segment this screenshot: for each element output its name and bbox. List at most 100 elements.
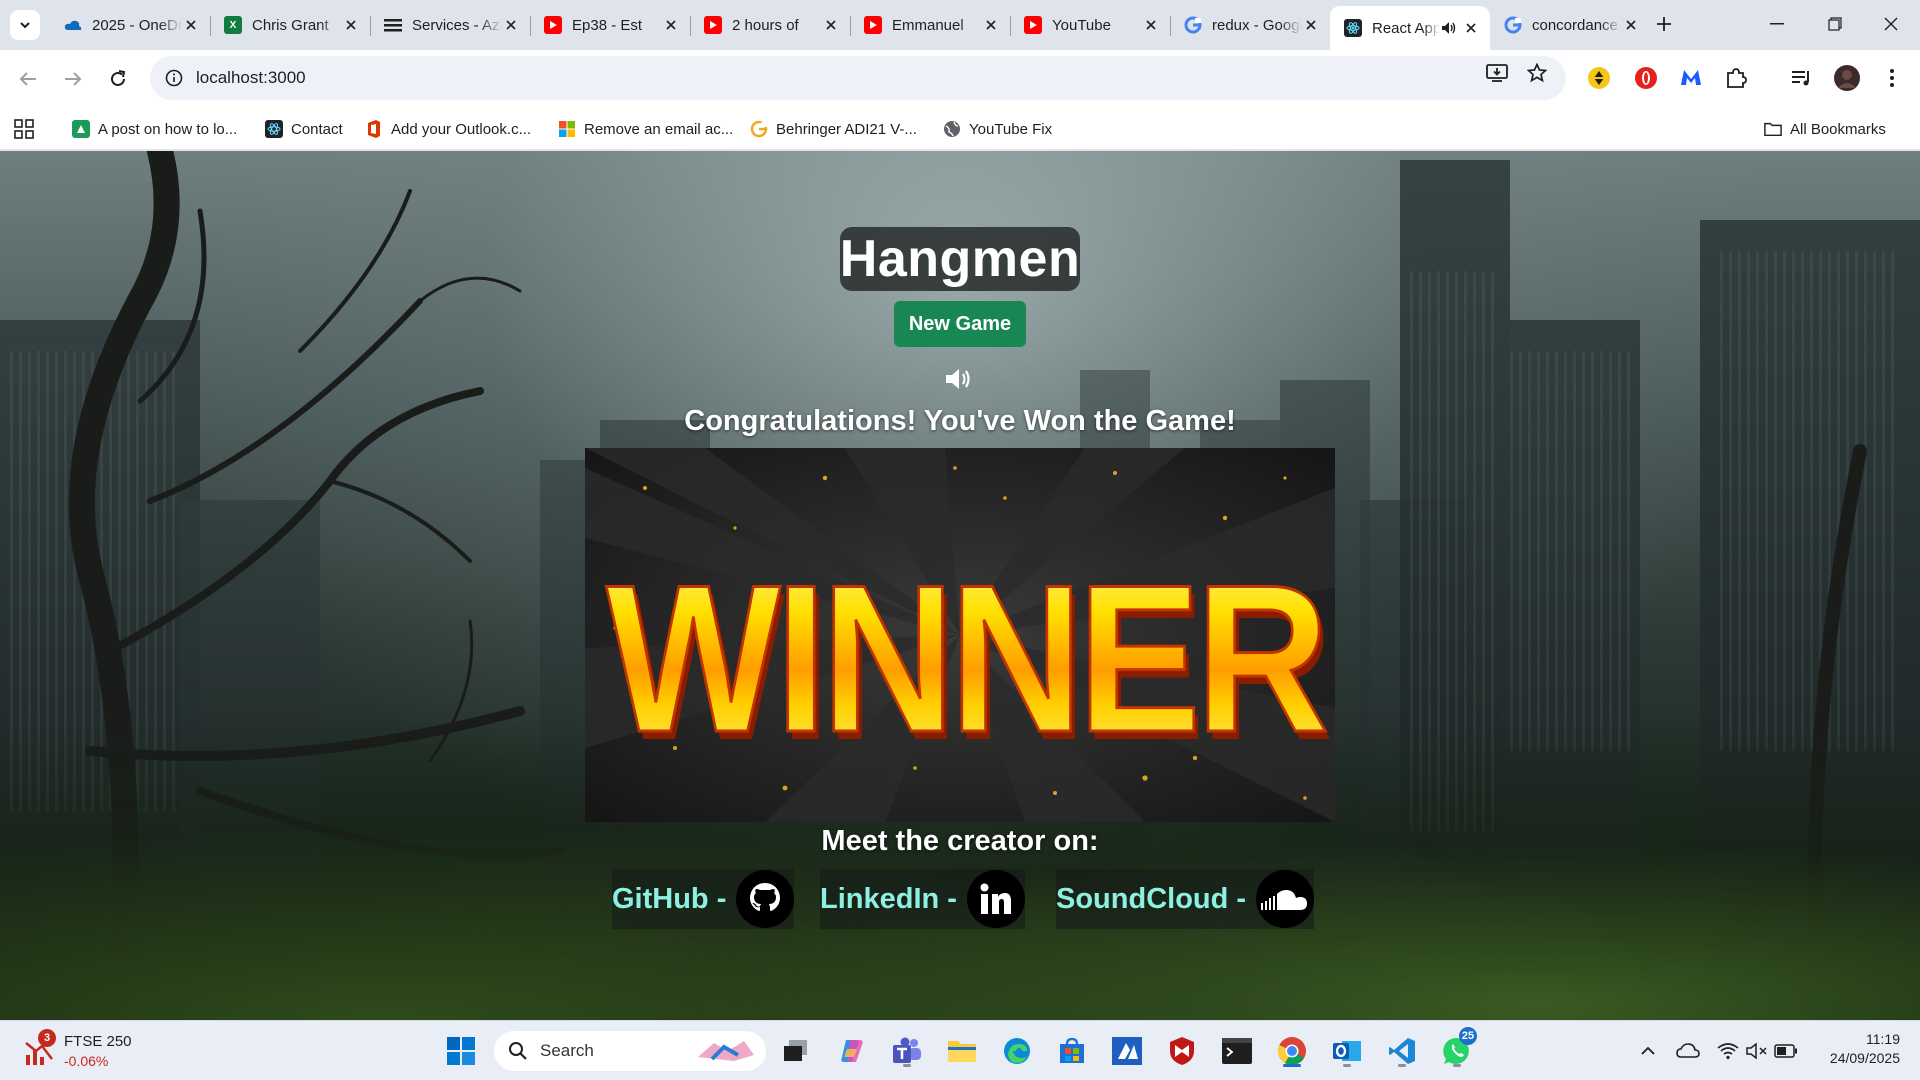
- apps-grid-button[interactable]: [14, 116, 34, 142]
- tab-services[interactable]: Services - Azure: [370, 6, 530, 44]
- ms-store-button[interactable]: [1052, 1031, 1092, 1071]
- taskbar-search[interactable]: Search: [494, 1031, 766, 1071]
- cloud-icon: [1676, 1043, 1700, 1058]
- close-icon[interactable]: [502, 16, 520, 34]
- whatsapp-button[interactable]: 25: [1437, 1027, 1477, 1071]
- soundcloud-icon[interactable]: [1256, 870, 1315, 928]
- chrome-menu-icon[interactable]: [1878, 64, 1906, 92]
- new-tab-button[interactable]: [1650, 10, 1678, 38]
- terminal-icon: [1222, 1038, 1252, 1064]
- bookmark-remove-email[interactable]: Remove an email ac...: [558, 116, 733, 142]
- bookmark-star-icon[interactable]: [1524, 60, 1550, 86]
- restore-button[interactable]: [1806, 0, 1864, 48]
- close-icon[interactable]: [662, 16, 680, 34]
- linkedin-link[interactable]: LinkedIn -: [820, 869, 1025, 929]
- search-placeholder: Search: [540, 1041, 594, 1060]
- start-button[interactable]: [441, 1031, 481, 1071]
- close-window-button[interactable]: [1862, 0, 1920, 48]
- vscode-icon: [1389, 1038, 1415, 1064]
- running-indicator: [1398, 1064, 1406, 1067]
- url-text[interactable]: localhost:3000: [196, 68, 306, 88]
- extension-yellow-icon[interactable]: [1585, 64, 1613, 92]
- close-icon[interactable]: [1462, 19, 1480, 37]
- chrome-button[interactable]: [1272, 1031, 1312, 1071]
- tab-youtube[interactable]: YouTube: [1010, 6, 1170, 44]
- menu-lines-icon: [384, 16, 402, 34]
- linkedin-icon[interactable]: [966, 870, 1025, 928]
- file-explorer-button[interactable]: [942, 1031, 982, 1071]
- volume-muted-icon: [1746, 1042, 1767, 1060]
- arrow-right-icon: [65, 72, 82, 86]
- react-icon: [1344, 19, 1362, 37]
- tab-excel[interactable]: X Chris Grant: [210, 6, 370, 44]
- terminal-button[interactable]: [1217, 1031, 1257, 1071]
- tab-strip: 2025 - OneDrive X Chris Grant Services -…: [0, 0, 1920, 50]
- running-indicator: [1343, 1064, 1351, 1067]
- edge-button[interactable]: [997, 1031, 1037, 1071]
- close-icon[interactable]: [982, 16, 1000, 34]
- search-highlight-icon: [698, 1041, 754, 1061]
- close-icon[interactable]: [1142, 16, 1160, 34]
- bookmark-post[interactable]: A post on how to lo...: [72, 116, 237, 142]
- forward-button[interactable]: [55, 61, 91, 97]
- show-hidden-icons-button[interactable]: [1628, 1031, 1668, 1071]
- clock[interactable]: 11:19 24/09/2025: [1806, 1029, 1910, 1073]
- bookmark-behringer[interactable]: Behringer ADI21 V-...: [750, 116, 917, 142]
- youtube-icon: [864, 16, 882, 34]
- tab-youtube-ep38[interactable]: Ep38 - Est: [530, 6, 690, 44]
- speaker-icon[interactable]: [1440, 19, 1458, 37]
- bookmark-youtube-fix[interactable]: YouTube Fix: [943, 116, 1052, 142]
- github-icon[interactable]: [736, 870, 795, 928]
- site-info-icon[interactable]: [162, 66, 186, 90]
- task-view-button[interactable]: [776, 1031, 816, 1071]
- tab-search-button[interactable]: [10, 10, 40, 40]
- github-link[interactable]: GitHub -: [612, 869, 795, 929]
- bookmark-contact[interactable]: Contact: [265, 116, 343, 142]
- close-icon[interactable]: [1302, 16, 1320, 34]
- page-viewport: Hangmen New Game Congratulations! You've…: [0, 151, 1920, 1020]
- media-controls-icon[interactable]: [1788, 64, 1816, 92]
- close-icon[interactable]: [342, 16, 360, 34]
- soundcloud-link[interactable]: SoundCloud -: [1056, 869, 1315, 929]
- apps-grid-icon: [14, 119, 34, 139]
- close-icon[interactable]: [822, 16, 840, 34]
- opera-extension-icon[interactable]: [1632, 64, 1660, 92]
- azure-app-button[interactable]: [1107, 1031, 1147, 1071]
- bookmark-outlook[interactable]: Add your Outlook.c...: [365, 116, 531, 142]
- tab-redux-google[interactable]: redux - Google: [1170, 6, 1330, 44]
- extensions-puzzle-icon[interactable]: [1722, 64, 1750, 92]
- tab-youtube-2hours[interactable]: 2 hours of: [690, 6, 850, 44]
- excel-icon: X: [224, 16, 242, 34]
- notification-badge: 3: [38, 1029, 56, 1047]
- tab-concordance[interactable]: concordance: [1490, 6, 1650, 44]
- back-button[interactable]: [10, 61, 46, 97]
- teams-button[interactable]: [887, 1031, 927, 1071]
- wifi-icon: [1717, 1043, 1739, 1060]
- profile-avatar[interactable]: [1833, 64, 1861, 92]
- stock-widget[interactable]: 3 FTSE 250 -0.06%: [20, 1029, 160, 1073]
- speaker-icon[interactable]: [944, 366, 974, 392]
- new-game-button[interactable]: New Game: [894, 301, 1026, 347]
- chrome-icon: [1277, 1037, 1306, 1065]
- close-icon[interactable]: [1622, 16, 1640, 34]
- tab-onedrive[interactable]: 2025 - OneDrive: [50, 6, 210, 44]
- reload-button[interactable]: [100, 61, 136, 97]
- outlook-button[interactable]: [1327, 1031, 1367, 1071]
- tab-react-app[interactable]: React App: [1330, 6, 1490, 50]
- active-indicator: [1283, 1064, 1301, 1067]
- close-icon[interactable]: [182, 16, 200, 34]
- install-app-icon[interactable]: [1484, 60, 1510, 86]
- vscode-button[interactable]: [1382, 1031, 1422, 1071]
- battery-icon: [1774, 1044, 1797, 1058]
- battery-button[interactable]: [1766, 1031, 1806, 1071]
- malwarebytes-icon[interactable]: [1677, 64, 1705, 92]
- minimize-button[interactable]: [1748, 0, 1806, 48]
- windows-taskbar: 3 FTSE 250 -0.06% Search 25 11:19 24/09/…: [0, 1020, 1920, 1080]
- address-bar[interactable]: localhost:3000: [150, 56, 1566, 100]
- folder-icon: [1764, 120, 1782, 138]
- all-bookmarks-button[interactable]: All Bookmarks: [1764, 116, 1886, 142]
- mcafee-button[interactable]: [1162, 1031, 1202, 1071]
- copilot-button[interactable]: [832, 1031, 872, 1071]
- tab-youtube-emmanuel[interactable]: Emmanuel: [850, 6, 1010, 44]
- onedrive-tray-button[interactable]: [1668, 1031, 1708, 1071]
